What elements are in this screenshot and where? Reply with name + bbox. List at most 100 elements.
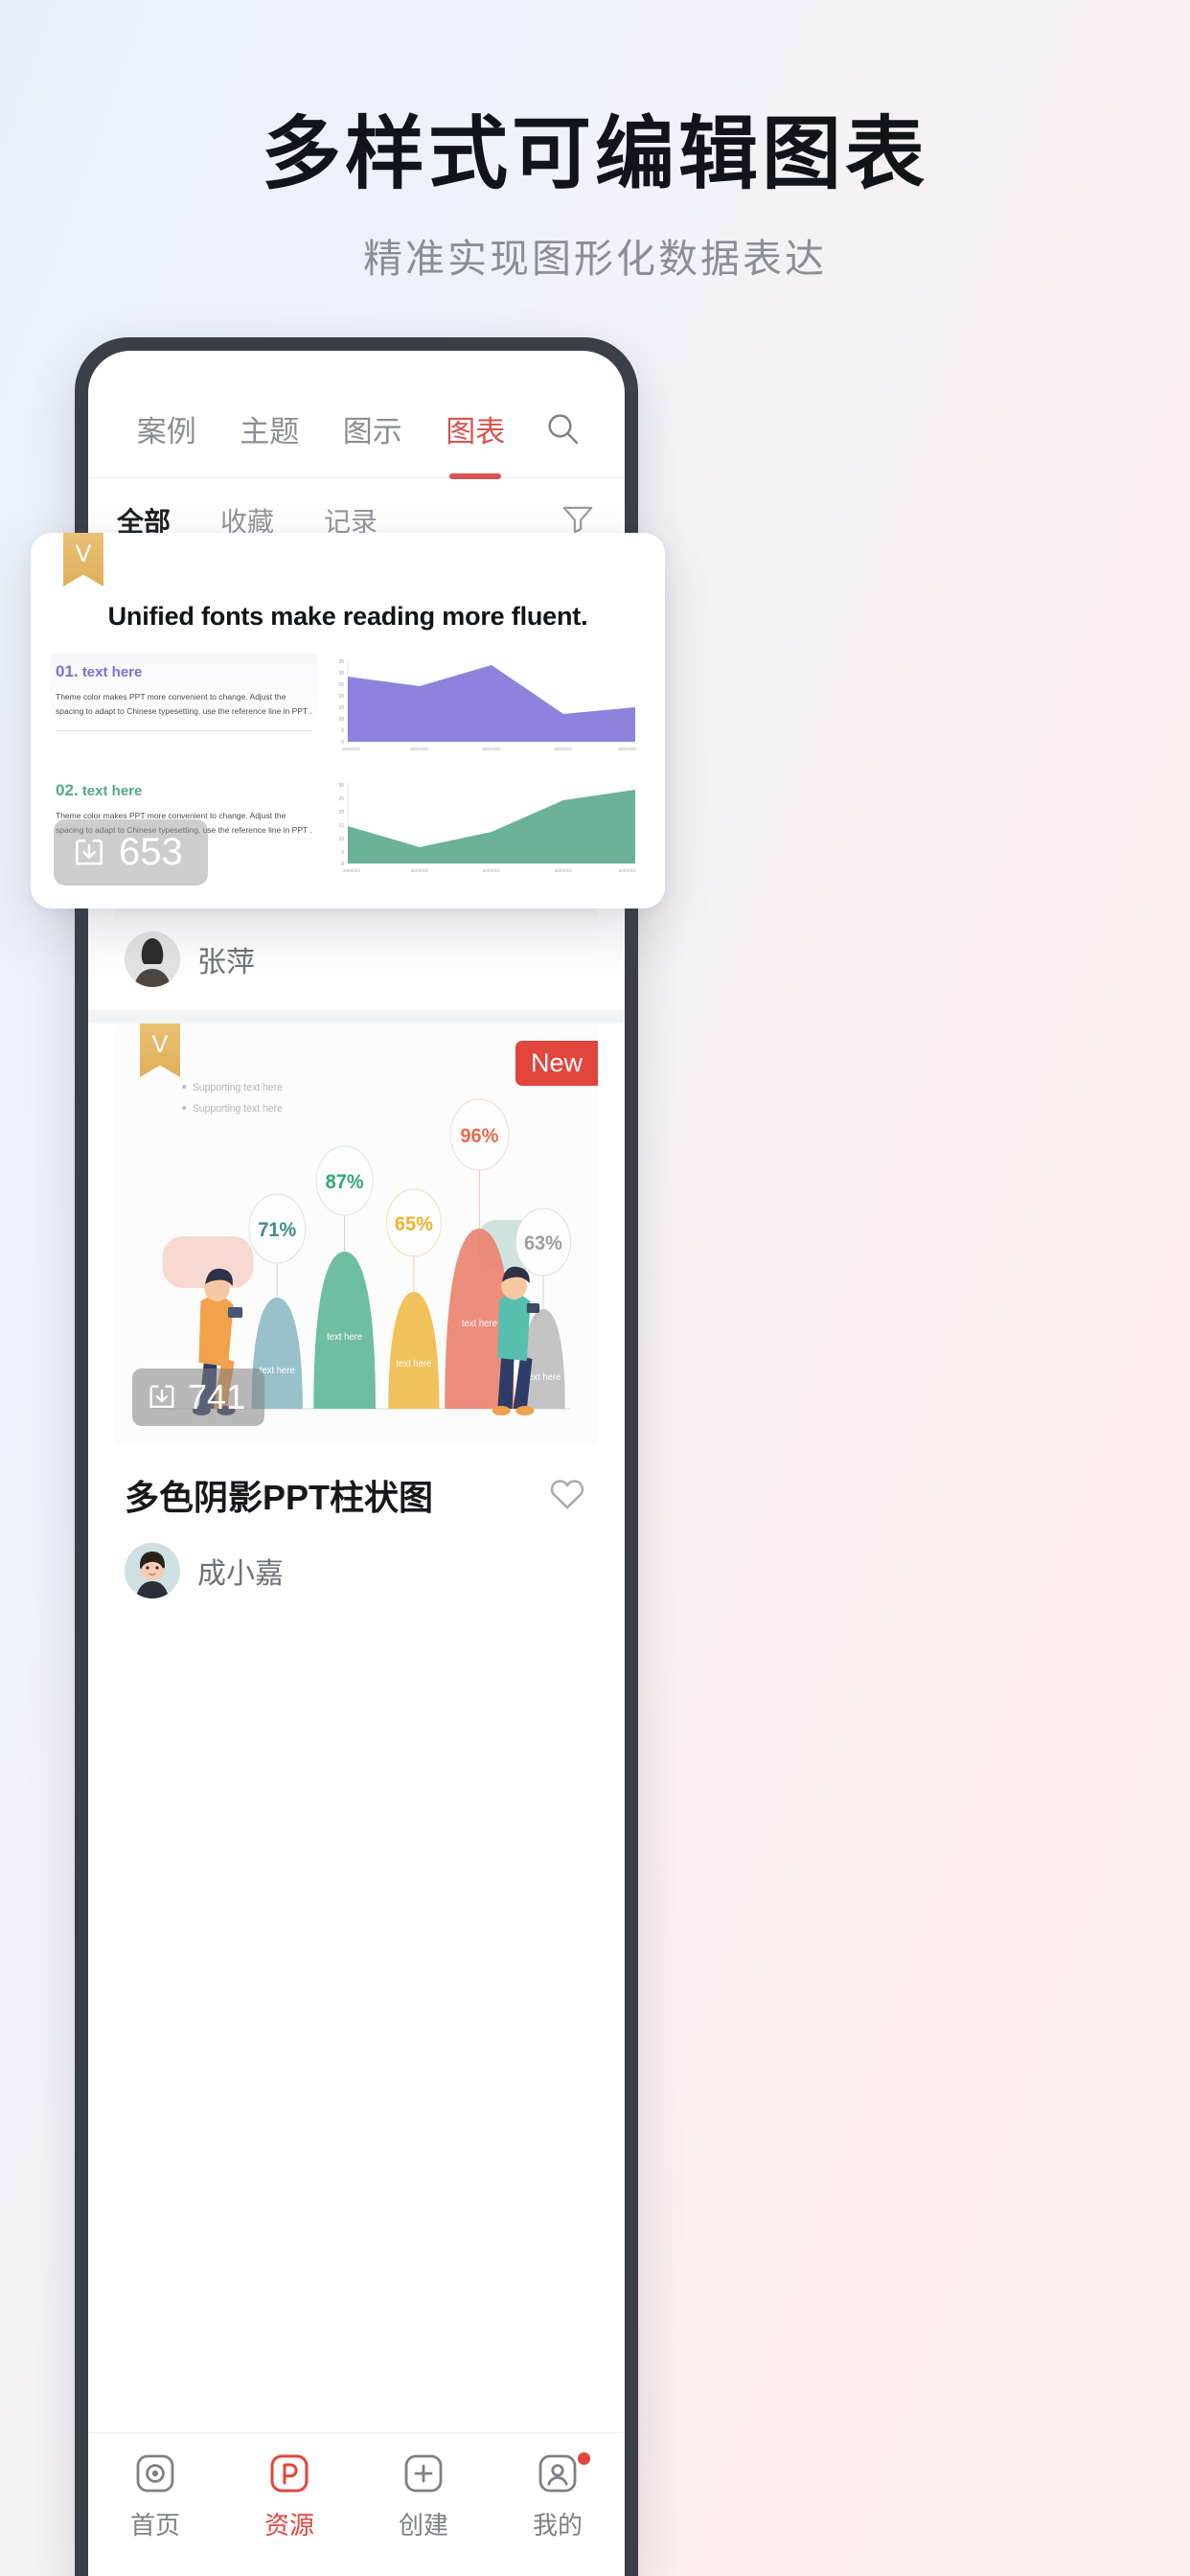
svg-text:35: 35 bbox=[338, 659, 344, 665]
tab-zhuti[interactable]: 主题 bbox=[218, 407, 322, 466]
plus-square-icon bbox=[356, 2450, 491, 2500]
card-1-author-row[interactable]: 张萍 bbox=[115, 918, 598, 1010]
avatar-image bbox=[125, 932, 180, 987]
svg-text:96%: 96% bbox=[460, 1125, 498, 1148]
card-title: 多色阴影PPT柱状图 bbox=[125, 1478, 434, 1517]
block-1-body: Theme color makes PPT more convenient to… bbox=[56, 692, 312, 716]
svg-text:0: 0 bbox=[341, 862, 344, 867]
p-resource-icon bbox=[222, 2450, 356, 2500]
page-subtitle: 精准实现图形化数据表达 bbox=[363, 236, 827, 281]
svg-text:20XX/X/X: 20XX/X/X bbox=[483, 868, 500, 873]
svg-text:65%: 65% bbox=[395, 1213, 433, 1236]
tab-anli[interactable]: 案例 bbox=[115, 407, 218, 466]
svg-text:20XX/X/X: 20XX/X/X bbox=[619, 747, 636, 751]
block-title: text here bbox=[81, 782, 143, 799]
card-2-media[interactable]: V New Supporting text here Supporting te… bbox=[115, 1024, 598, 1445]
svg-text:20XX/X/X: 20XX/X/X bbox=[619, 868, 636, 873]
heart-icon bbox=[550, 1479, 584, 1508]
nav-label: 创建 bbox=[398, 2511, 448, 2540]
feed-card-2[interactable]: V New Supporting text here Supporting te… bbox=[115, 1024, 598, 1622]
svg-text:text here: text here bbox=[396, 1359, 431, 1369]
svg-text:10: 10 bbox=[338, 837, 344, 842]
avatar bbox=[125, 1543, 180, 1598]
area-chart-green-svg: 30 25 20 15 10 5 0 20XX/X/X 20XX/X/X 20X… bbox=[338, 782, 636, 873]
search-icon bbox=[548, 414, 579, 445]
active-tab-indicator bbox=[449, 472, 502, 479]
block-2-heading: 02. text here bbox=[56, 781, 312, 800]
download-count: 653 bbox=[119, 831, 183, 873]
svg-text:5: 5 bbox=[341, 850, 344, 856]
user-profile-icon bbox=[491, 2450, 625, 2500]
nav-item-resources[interactable]: 资源 bbox=[222, 2450, 356, 2542]
svg-text:15: 15 bbox=[338, 823, 344, 829]
tab-label: 主题 bbox=[240, 414, 300, 448]
svg-text:25: 25 bbox=[338, 682, 344, 688]
svg-text:text here: text here bbox=[327, 1332, 362, 1343]
area-chart-purple-svg: 35 30 25 20 15 10 5 0 20XX/X/X 20XX/X/X … bbox=[338, 659, 636, 751]
svg-text:30: 30 bbox=[338, 783, 344, 789]
like-button[interactable] bbox=[546, 1472, 588, 1519]
notification-dot bbox=[578, 2452, 590, 2465]
area-chart-purple: 35 30 25 20 15 10 5 0 20XX/X/X 20XX/X/X … bbox=[322, 653, 640, 761]
svg-text:71%: 71% bbox=[258, 1219, 296, 1242]
svg-text:20XX/X/X: 20XX/X/X bbox=[555, 747, 572, 751]
template-chart-column: 35 30 25 20 15 10 5 0 20XX/X/X 20XX/X/X … bbox=[322, 653, 640, 896]
download-icon bbox=[76, 839, 103, 864]
template-headline: Unified fonts make reading more fluent. bbox=[107, 602, 588, 631]
nav-item-home[interactable]: 首页 bbox=[88, 2450, 222, 2542]
svg-text:10: 10 bbox=[338, 717, 344, 723]
download-icon bbox=[149, 1385, 174, 1409]
svg-text:20XX/X/X: 20XX/X/X bbox=[555, 868, 572, 873]
svg-text:15: 15 bbox=[338, 705, 344, 711]
search-button[interactable] bbox=[527, 409, 598, 463]
svg-text:20XX/X/X: 20XX/X/X bbox=[343, 868, 360, 873]
nav-item-create[interactable]: 创建 bbox=[356, 2450, 491, 2542]
area-chart-green: 30 25 20 15 10 5 0 20XX/X/X 20XX/X/X 20X… bbox=[322, 774, 640, 883]
featured-template-card[interactable]: V Unified fonts make reading more fluent… bbox=[31, 533, 665, 908]
tab-tubiao[interactable]: 图表 bbox=[424, 407, 528, 479]
svg-text:30: 30 bbox=[338, 671, 344, 677]
tab-label: 图表 bbox=[446, 414, 506, 448]
svg-text:0: 0 bbox=[341, 740, 344, 746]
top-tab-bar: 案例 主题 图示 图表 bbox=[88, 351, 625, 479]
block-title: text here bbox=[81, 664, 143, 680]
tab-tushi[interactable]: 图示 bbox=[321, 407, 424, 466]
nav-label: 首页 bbox=[129, 2511, 180, 2540]
featured-card-inner: V Unified fonts make reading more fluent… bbox=[31, 533, 665, 908]
svg-text:20XX/X/X: 20XX/X/X bbox=[483, 747, 500, 751]
bottom-navigation: 首页 资源 创建 我的 bbox=[88, 2432, 625, 2576]
nav-label: 资源 bbox=[263, 2511, 314, 2540]
hero-section: 多样式可编辑图表 精准实现图形化数据表达 bbox=[0, 0, 1190, 284]
svg-text:20: 20 bbox=[338, 694, 344, 700]
avatar bbox=[125, 932, 180, 987]
svg-text:text here: text here bbox=[462, 1319, 497, 1329]
nav-item-profile[interactable]: 我的 bbox=[491, 2450, 625, 2542]
svg-text:20XX/X/X: 20XX/X/X bbox=[411, 868, 428, 873]
home-camera-icon bbox=[88, 2450, 222, 2500]
download-count-badge: 653 bbox=[54, 819, 208, 886]
svg-text:20: 20 bbox=[338, 810, 344, 816]
svg-text:text here: text here bbox=[525, 1372, 561, 1383]
feed-separator bbox=[88, 1010, 625, 1024]
block-number: 01. bbox=[56, 662, 79, 680]
new-badge: New bbox=[515, 1041, 598, 1086]
block-1-heading: 01. text here bbox=[56, 662, 312, 681]
svg-text:25: 25 bbox=[338, 796, 344, 802]
tab-label: 案例 bbox=[136, 414, 196, 448]
avatar-image bbox=[125, 1543, 180, 1598]
block-number: 02. bbox=[56, 780, 79, 799]
download-count: 741 bbox=[188, 1377, 246, 1416]
svg-text:87%: 87% bbox=[326, 1171, 364, 1194]
nav-label: 我的 bbox=[532, 2511, 583, 2540]
author-name: 成小嘉 bbox=[197, 1558, 284, 1590]
author-name: 张萍 bbox=[197, 947, 255, 978]
download-count-badge: 741 bbox=[132, 1368, 265, 1426]
funnel-icon bbox=[562, 506, 593, 533]
text-block-1: 01. text here Theme color makes PPT more… bbox=[50, 653, 318, 743]
card-2-author-row[interactable]: 成小嘉 bbox=[115, 1530, 598, 1622]
card-2-title-row: 多色阴影PPT柱状图 bbox=[115, 1445, 598, 1530]
svg-text:5: 5 bbox=[341, 728, 344, 734]
svg-text:20XX/X/X: 20XX/X/X bbox=[411, 747, 428, 751]
svg-text:text here: text here bbox=[260, 1366, 295, 1376]
svg-text:63%: 63% bbox=[524, 1232, 562, 1255]
